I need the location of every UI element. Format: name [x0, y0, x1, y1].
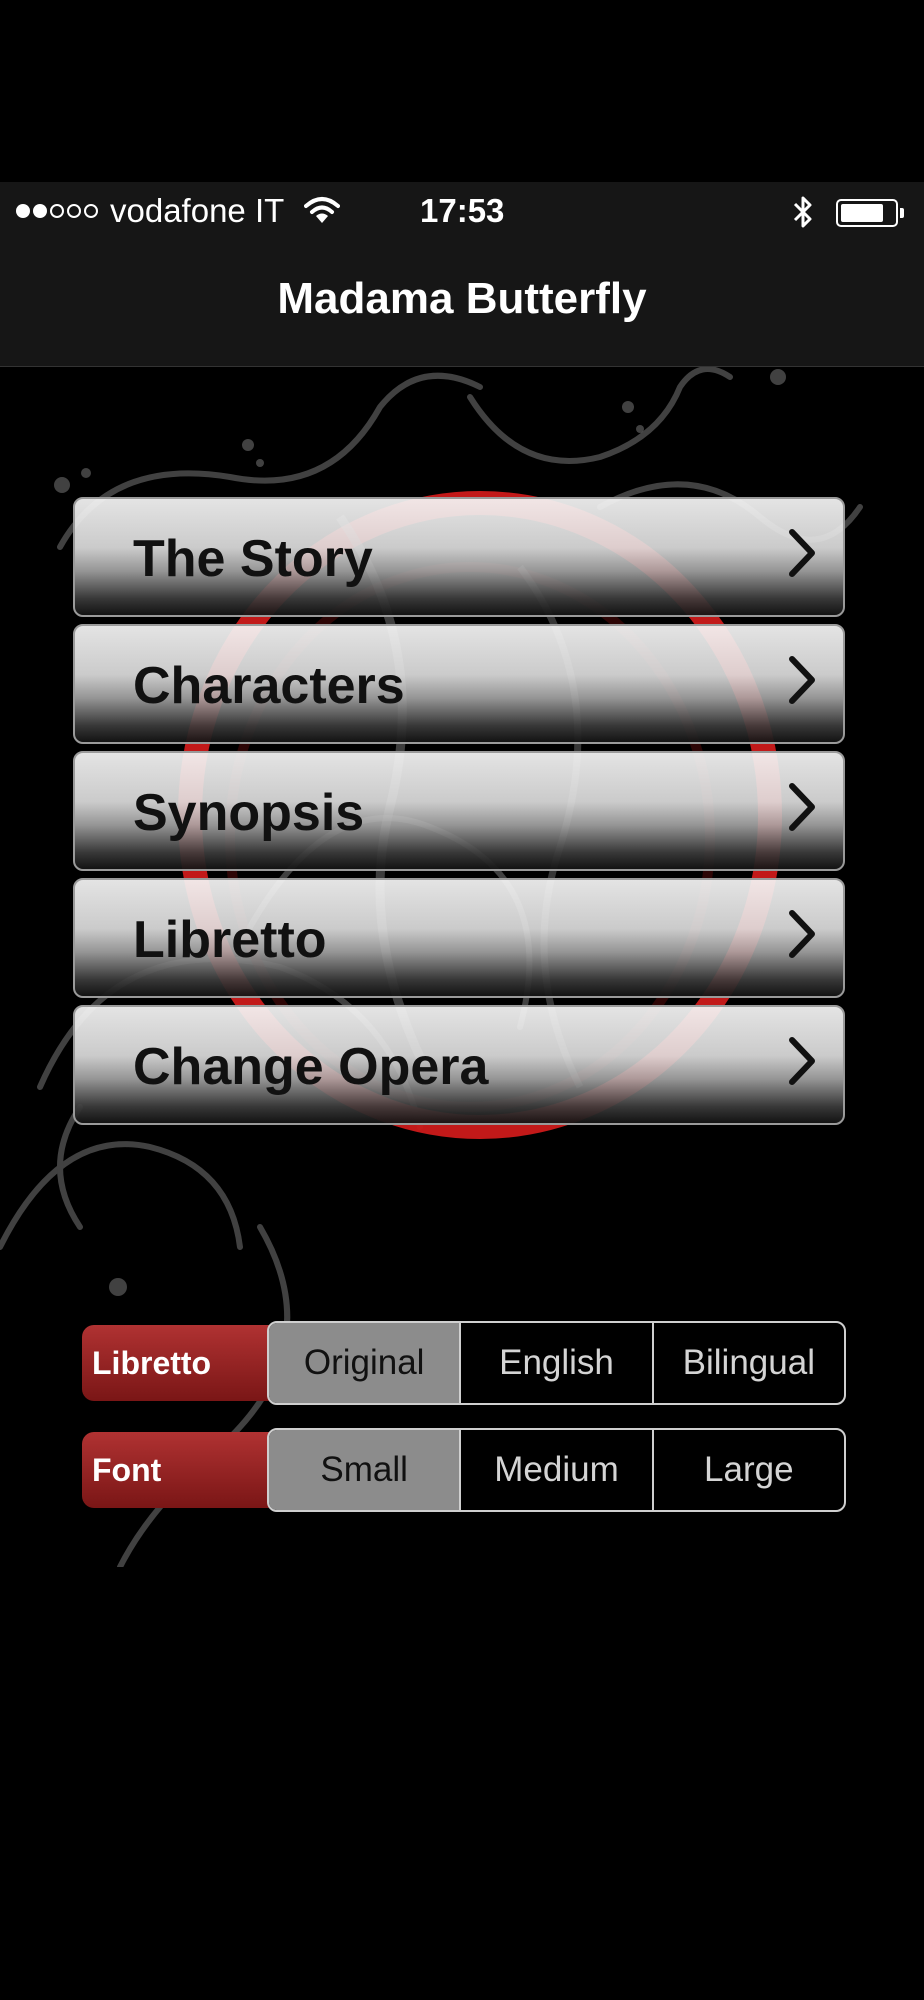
signal-dot	[33, 204, 47, 218]
status-left: vodafone IT	[16, 192, 341, 230]
battery-tip	[900, 208, 904, 218]
carrier-name: vodafone IT	[110, 192, 285, 229]
signal-dot	[84, 204, 98, 218]
menu-item-synopsis[interactable]: Synopsis	[73, 751, 845, 871]
signal-strength-icon	[16, 204, 98, 218]
libretto-option-original[interactable]: Original	[269, 1323, 460, 1403]
font-setting-tag: Font	[82, 1432, 272, 1508]
menu-item-libretto[interactable]: Libretto	[73, 878, 845, 998]
status-bar: vodafone IT 17:53	[0, 182, 924, 242]
font-option-large[interactable]: Large	[651, 1430, 844, 1510]
battery-fill	[841, 204, 883, 222]
status-time: 17:53	[420, 192, 505, 229]
chevron-right-icon	[789, 783, 815, 831]
signal-dot	[67, 204, 81, 218]
menu-item-label: Change Opera	[133, 1038, 489, 1096]
chevron-right-icon	[789, 529, 815, 577]
menu-item-change-opera[interactable]: Change Opera	[73, 1005, 845, 1125]
menu-item-label: Synopsis	[133, 784, 365, 842]
chevron-right-icon	[789, 656, 815, 704]
menu-item-label: Libretto	[133, 911, 327, 969]
font-size-control: Small Medium Large	[267, 1428, 846, 1512]
font-setting: Font Small Medium Large	[82, 1428, 846, 1512]
menu-item-label: Characters	[133, 657, 405, 715]
menu-item-the-story[interactable]: The Story	[73, 497, 845, 617]
wifi-icon	[304, 197, 341, 223]
menu-item-characters[interactable]: Characters	[73, 624, 845, 744]
font-setting-label: Font	[92, 1452, 162, 1488]
signal-dot	[50, 204, 64, 218]
font-option-medium[interactable]: Medium	[459, 1430, 651, 1510]
libretto-language-control: Original English Bilingual	[267, 1321, 846, 1405]
signal-dot	[16, 204, 30, 218]
chevron-right-icon	[789, 1037, 815, 1085]
menu-item-label: The Story	[133, 530, 373, 588]
libretto-setting-label: Libretto	[92, 1345, 212, 1381]
libretto-option-bilingual[interactable]: Bilingual	[651, 1323, 844, 1403]
nav-bar: Madama Butterfly	[0, 242, 924, 367]
font-option-small[interactable]: Small	[269, 1430, 460, 1510]
battery-icon	[836, 199, 898, 227]
libretto-setting: Libretto Original English Bilingual	[82, 1321, 846, 1405]
page-title: Madama Butterfly	[277, 274, 647, 323]
bluetooth-icon	[793, 196, 812, 228]
chevron-right-icon	[789, 910, 815, 958]
libretto-setting-tag: Libretto	[82, 1325, 272, 1401]
libretto-option-english[interactable]: English	[459, 1323, 651, 1403]
